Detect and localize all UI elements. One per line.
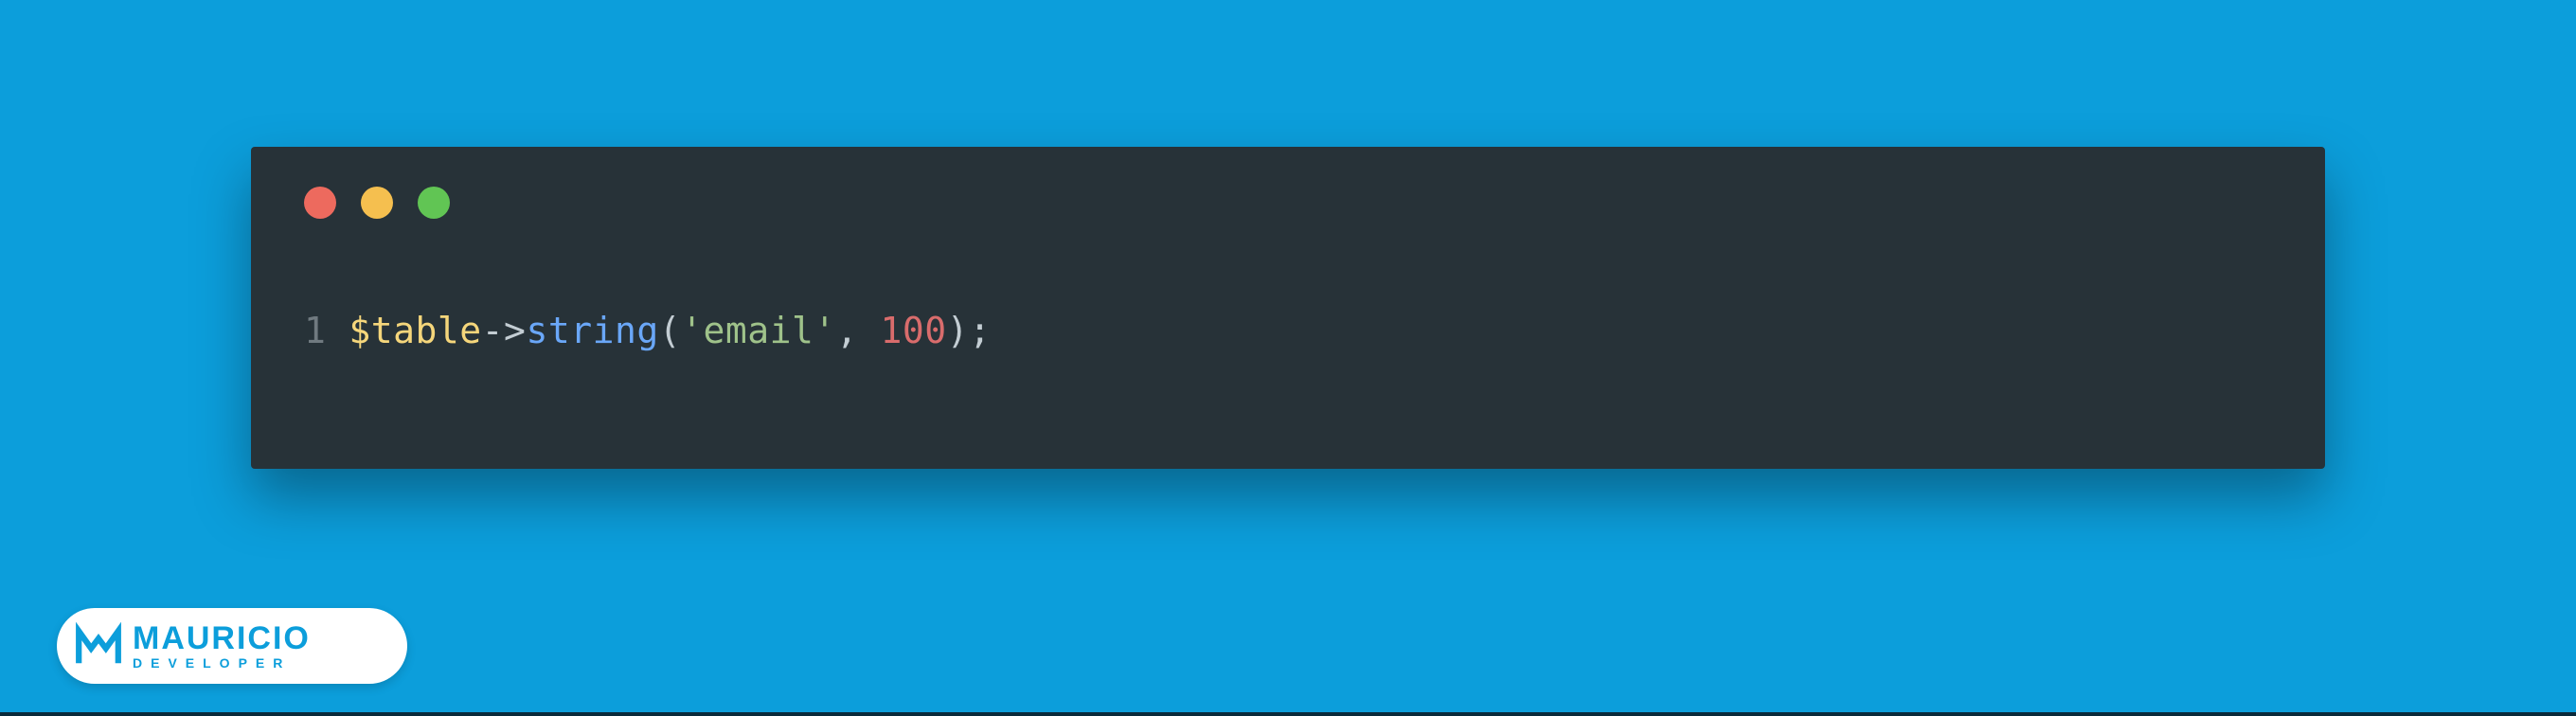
token-open-paren: ( [659, 310, 681, 351]
brand-logo-icon [74, 621, 123, 671]
token-number: 100 [881, 310, 947, 351]
token-arrow: -> [482, 310, 527, 351]
token-close-paren: ) [947, 310, 969, 351]
token-function: string [526, 310, 658, 351]
token-semicolon: ; [969, 310, 991, 351]
line-number: 1 [304, 310, 326, 351]
token-variable: $table [349, 310, 481, 351]
close-icon[interactable] [304, 187, 336, 219]
brand-title: MAURICIO [133, 622, 311, 654]
token-comma: , [836, 310, 881, 351]
minimize-icon[interactable] [361, 187, 393, 219]
maximize-icon[interactable] [418, 187, 450, 219]
traffic-lights [251, 147, 2325, 219]
code-line: 1 $table->string('email', 100); [251, 219, 2325, 351]
footer-divider [0, 712, 2576, 716]
token-string: 'email' [681, 310, 836, 351]
brand-badge: MAURICIO DEVELOPER [57, 608, 407, 684]
brand-text: MAURICIO DEVELOPER [133, 622, 311, 670]
code-window: 1 $table->string('email', 100); [251, 147, 2325, 469]
brand-subtitle: DEVELOPER [133, 656, 311, 670]
